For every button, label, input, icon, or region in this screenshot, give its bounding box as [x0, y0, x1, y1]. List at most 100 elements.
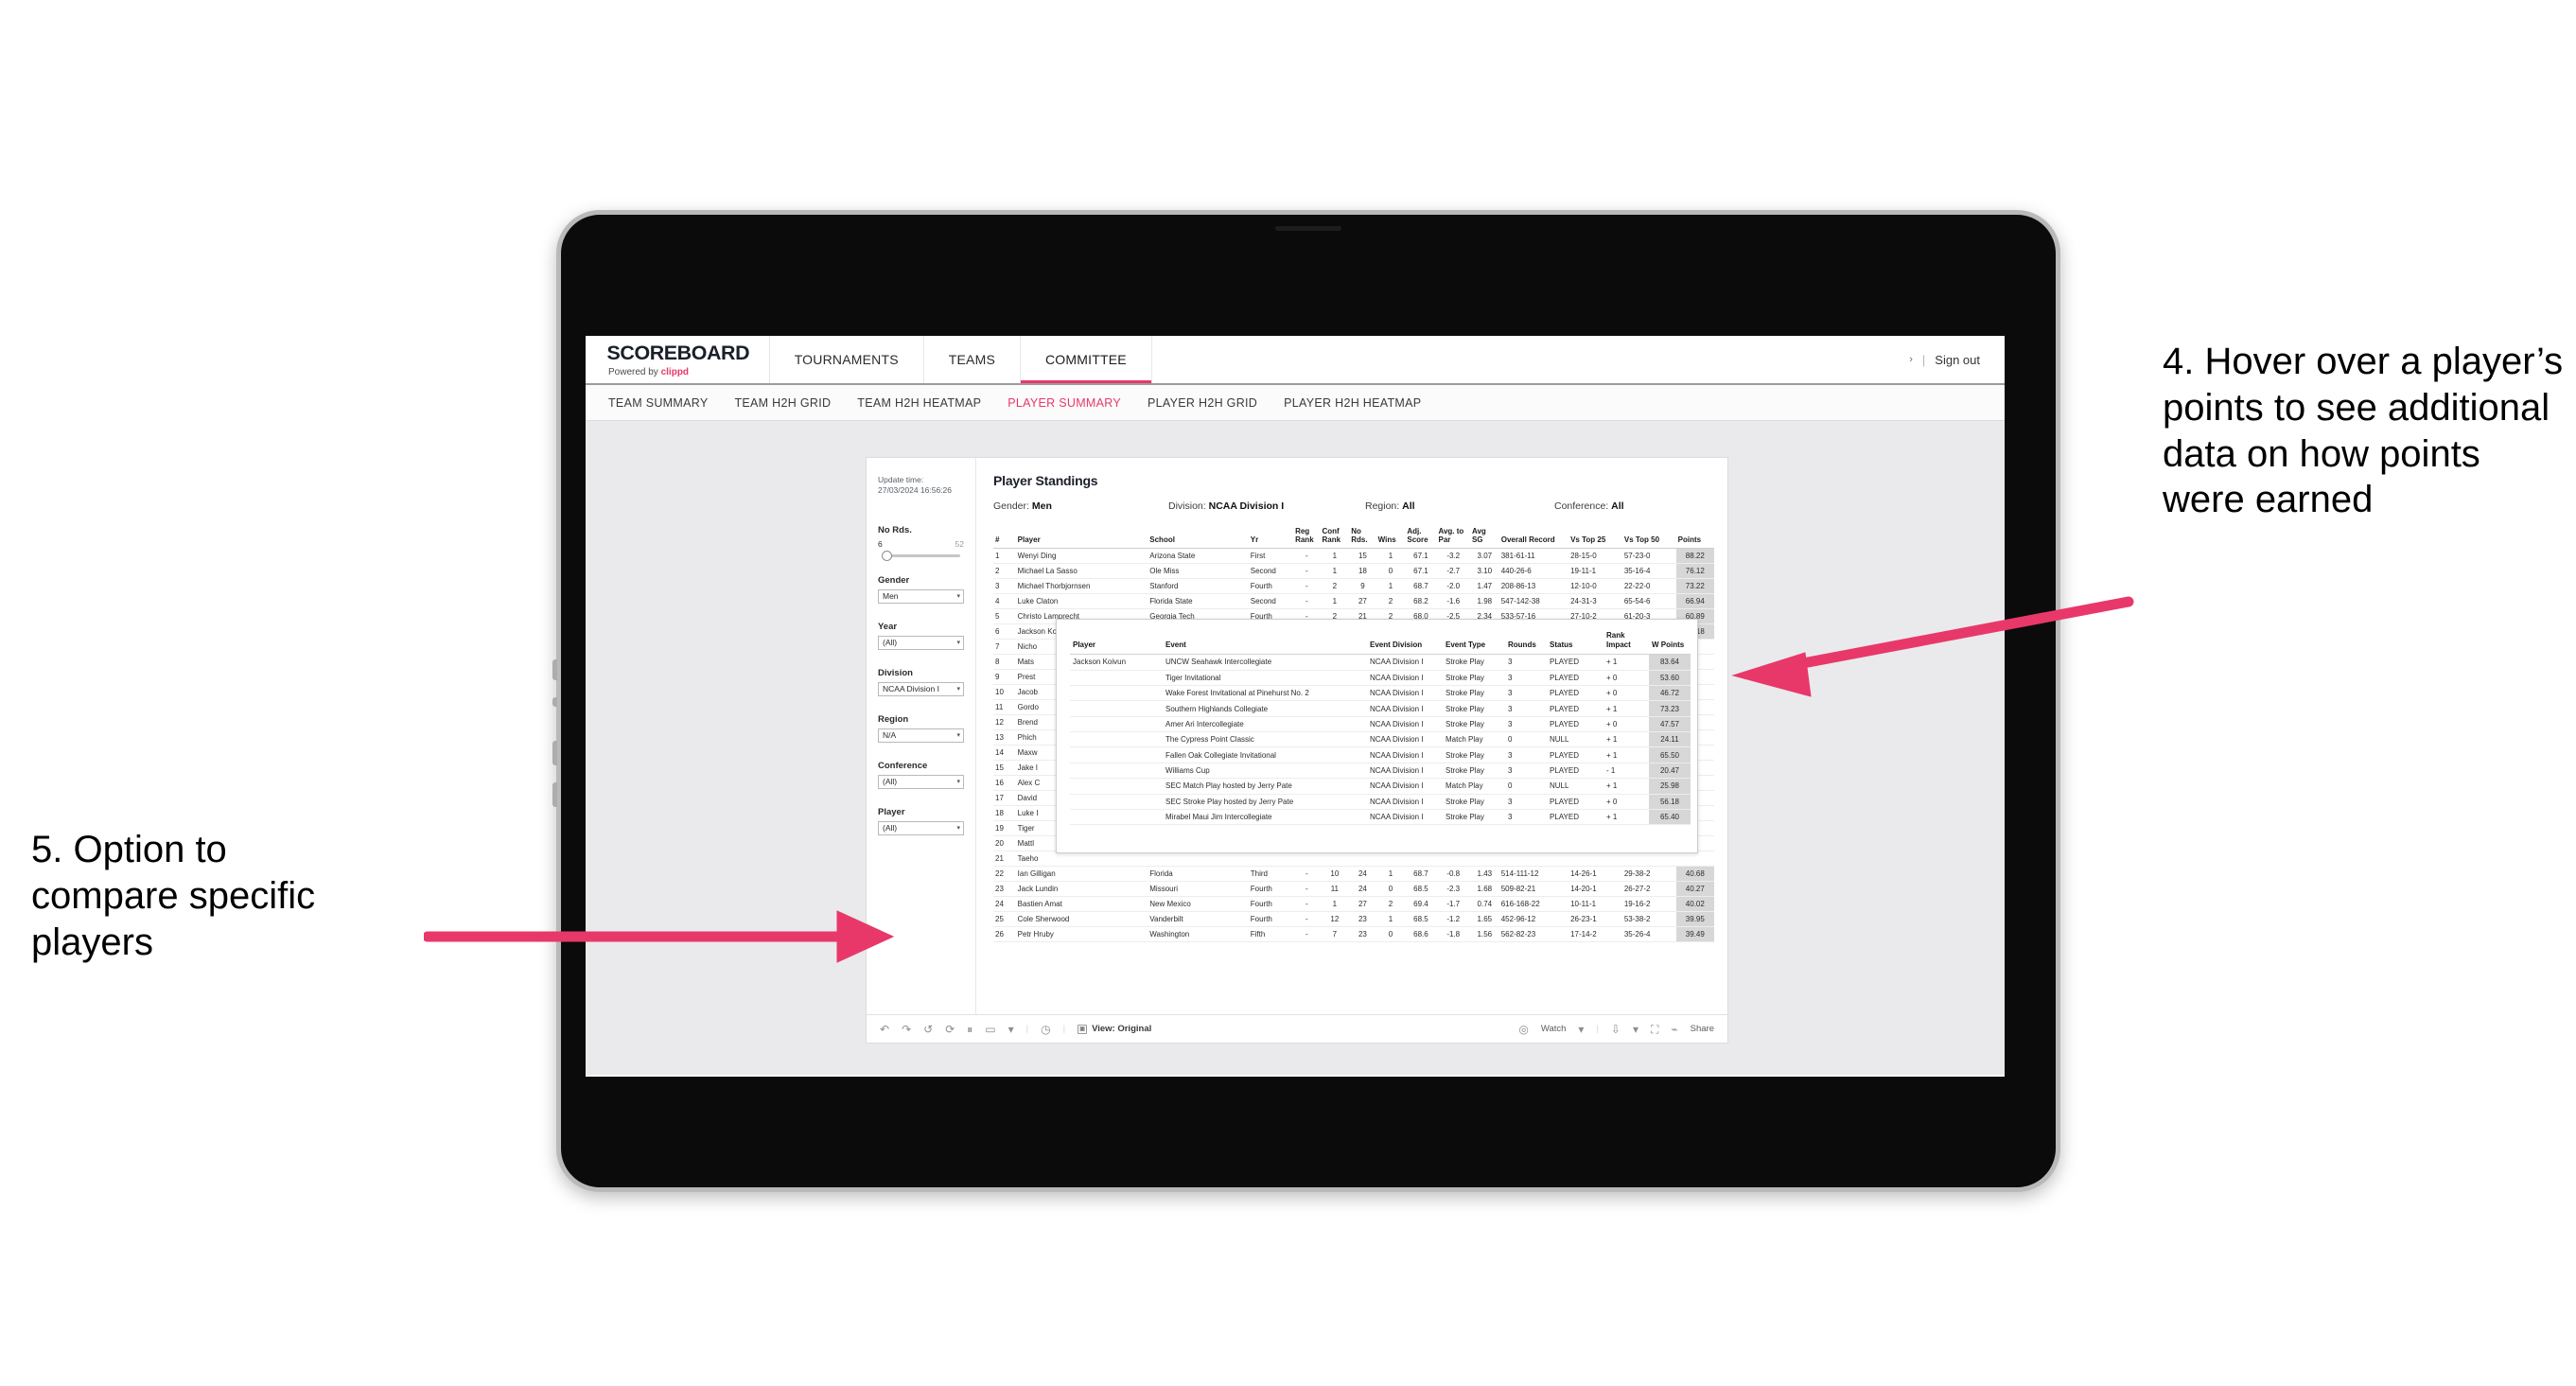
slider-min-value: 6 [878, 538, 883, 549]
watch-icon[interactable]: ◎ [1518, 1024, 1528, 1035]
slider-track[interactable] [882, 550, 960, 561]
col-vs-top-25[interactable]: Vs Top 25 [1568, 527, 1622, 550]
table-row[interactable]: 21 Taeho [993, 851, 1714, 868]
brand-logo[interactable]: SCOREBOARD Powered by clippd [586, 336, 770, 383]
cell-points[interactable]: 88.22 [1675, 548, 1714, 565]
col-adj-score[interactable]: Adj. Score [1405, 527, 1437, 550]
filter-select-conference[interactable]: (All) ▾ [878, 774, 964, 789]
slide-canvas: SCOREBOARD Powered by clippd TOURNAMENTS… [0, 0, 2576, 1386]
sign-out-link[interactable]: Sign out [1935, 353, 1980, 367]
table-cell: 1 [1376, 866, 1406, 883]
cell-points[interactable]: 73.22 [1675, 578, 1714, 595]
subnav-team-h2h-heatmap[interactable]: TEAM H2H HEATMAP [857, 396, 981, 410]
cell-points[interactable]: 39.49 [1675, 926, 1714, 943]
col-vs-top-50[interactable]: Vs Top 50 [1621, 527, 1676, 550]
table-row[interactable]: 25 Cole Sherwood Vanderbilt Fourth -12 23 1 68.… [993, 911, 1714, 928]
nav-item-tournaments[interactable]: TOURNAMENTS [770, 336, 924, 383]
subnav-team-h2h-grid[interactable]: TEAM H2H GRID [734, 396, 831, 410]
table-cell [1320, 851, 1350, 868]
table-cell: 2 [1376, 896, 1406, 913]
redo-icon[interactable]: ↷ [902, 1024, 911, 1035]
tooltip-cell: 3 [1505, 685, 1547, 702]
player-standings-sheet: Player Standings Gender: Men Division: N… [976, 458, 1727, 1014]
tooltip-cell: + 1 [1603, 731, 1649, 748]
cell-points[interactable] [1675, 851, 1714, 868]
divider: | [1596, 1024, 1599, 1034]
col-points[interactable]: Points [1675, 527, 1714, 550]
slider-handle[interactable] [882, 550, 892, 561]
tooltip-cell-w-points: 65.40 [1649, 809, 1691, 826]
filter-select-division[interactable]: NCAA Division I ▾ [878, 681, 964, 696]
subnav-team-summary[interactable]: TEAM SUMMARY [608, 396, 708, 410]
table-cell: 0.74 [1469, 896, 1499, 913]
undo-icon[interactable]: ↶ [880, 1024, 889, 1035]
view-mode-icon[interactable]: ▭ [985, 1024, 995, 1035]
col-school[interactable]: School [1148, 527, 1249, 550]
fullscreen-icon[interactable]: ⛶ [1651, 1024, 1658, 1035]
subnav-player-h2h-heatmap[interactable]: PLAYER H2H HEATMAP [1284, 396, 1421, 410]
revert-icon[interactable]: ↺ [923, 1024, 933, 1035]
cell-points[interactable]: 40.27 [1675, 881, 1714, 898]
subnav-player-h2h-grid[interactable]: PLAYER H2H GRID [1148, 396, 1257, 410]
col-conf-rank[interactable]: Conf Rank [1320, 527, 1350, 550]
page-title: Player Standings [993, 473, 1098, 488]
col-no-rds[interactable]: No Rds. [1349, 527, 1376, 550]
tooltip-cell: Match Play [1443, 778, 1505, 795]
nav-item-teams[interactable]: TEAMS [924, 336, 1021, 383]
col-reg-rank[interactable]: Reg Rank [1293, 527, 1321, 550]
table-cell: 28-15-0 [1568, 548, 1622, 565]
col-overall-record[interactable]: Overall Record [1498, 527, 1569, 550]
table-row[interactable]: 26 Petr Hruby Washington Fifth -7 23 0 68.6 -1.8… [993, 926, 1714, 943]
tooltip-row: SEC Match Play hosted by Jerry Pate NCAA … [1070, 778, 1691, 795]
table-cell: 9 [1349, 578, 1376, 595]
table-row[interactable]: 22 Ian Gilligan Florida Third -10 24 1 68.7 -0.8… [993, 866, 1714, 883]
table-row[interactable]: 3 Michael Thorbjornsen Stanford Fourth -2 9 1 6… [993, 578, 1714, 595]
watch-button[interactable]: Watch [1541, 1024, 1567, 1034]
chevron-down-icon[interactable]: ▾ [1008, 1024, 1014, 1035]
table-cell: 12 [993, 714, 1016, 731]
cell-points[interactable]: 40.68 [1675, 866, 1714, 883]
nav-item-committee[interactable]: COMMITTEE [1021, 336, 1152, 383]
table-cell: 1.56 [1469, 926, 1499, 943]
tooltip-cell-w-points: 25.98 [1649, 778, 1691, 795]
col-rank[interactable]: # [993, 527, 1016, 550]
tt-col-rounds: Rounds [1505, 631, 1547, 656]
table-row[interactable]: 2 Michael La Sasso Ole Miss Second -1 18 0 67.1… [993, 563, 1714, 580]
cell-points[interactable]: 40.02 [1675, 896, 1714, 913]
table-cell: 26-27-2 [1621, 881, 1676, 898]
table-cell: - [1293, 548, 1321, 565]
annotation-4-text: 4. Hover over a player’s points to see a… [2163, 341, 2564, 521]
col-yr[interactable]: Yr [1248, 527, 1294, 550]
download-icon[interactable]: ⇩ [1611, 1024, 1621, 1035]
view-original-button[interactable]: ▣ View: Original [1078, 1024, 1151, 1034]
table-row[interactable]: 23 Jack Lundin Missouri Fourth -11 24 0 68.5 -2.… [993, 881, 1714, 898]
cell-points[interactable]: 76.12 [1675, 563, 1714, 580]
table-row[interactable]: 1 Wenyi Ding Arizona State First -1 15 1 67.1 -3… [993, 548, 1714, 565]
col-wins[interactable]: Wins [1376, 527, 1406, 550]
table-row[interactable]: 4 Luke Claton Florida State Second -1 27 2 68.2… [993, 593, 1714, 610]
col-avg-to-par[interactable]: Avg. to Par [1436, 527, 1470, 550]
filter-select-region[interactable]: N/A ▾ [878, 728, 964, 743]
tooltip-row: Fallen Oak Collegiate Invitational NCAA D… [1070, 746, 1691, 763]
device-button-3 [552, 741, 557, 765]
history-icon[interactable]: ◷ [1041, 1024, 1050, 1035]
filter-select-gender[interactable]: Men ▾ [878, 588, 964, 604]
share-button[interactable]: Share [1691, 1024, 1714, 1034]
share-icon[interactable]: ⌁ [1671, 1024, 1677, 1035]
table-cell: 2 [1320, 578, 1350, 595]
filter-select-player[interactable]: (All) ▾ [878, 820, 964, 835]
cell-points[interactable]: 39.95 [1675, 911, 1714, 928]
chevron-down-icon[interactable]: ▾ [1633, 1024, 1638, 1035]
col-avg-sg[interactable]: Avg SG [1469, 527, 1499, 550]
refresh-icon[interactable]: ⟳ [945, 1024, 955, 1035]
chevron-down-icon[interactable]: ▾ [1578, 1024, 1584, 1035]
filter-select-year[interactable]: (All) ▾ [878, 635, 964, 650]
cell-points[interactable]: 66.94 [1675, 593, 1714, 610]
subnav-player-summary[interactable]: PLAYER SUMMARY [1008, 396, 1121, 410]
col-player[interactable]: Player [1015, 527, 1148, 550]
table-cell: Florida [1148, 866, 1249, 883]
pause-icon[interactable]: ⏸ [967, 1024, 973, 1035]
table-cell: Third [1248, 866, 1294, 883]
table-row[interactable]: 24 Bastien Amat New Mexico Fourth -1 27 2 69.4-… [993, 896, 1714, 913]
slider-values: 6 52 [878, 539, 964, 549]
